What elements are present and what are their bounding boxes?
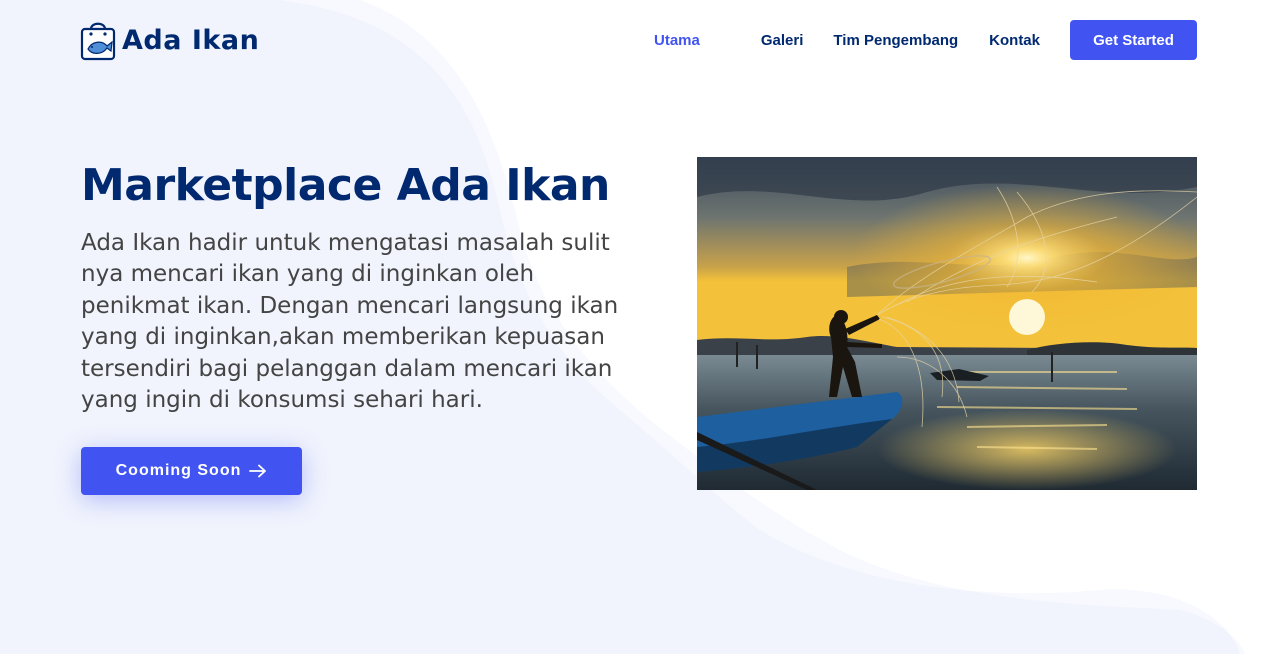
shopping-bag-fish-icon [80, 22, 116, 61]
get-started-button[interactable]: Get Started [1070, 20, 1197, 60]
hero-image-fisherman [697, 157, 1197, 490]
nav-item-kontak[interactable]: Kontak [989, 32, 1040, 49]
nav-item-galeri[interactable]: Galeri [761, 32, 804, 49]
arrow-right-icon [249, 464, 267, 478]
coming-soon-label: Cooming Soon [115, 462, 242, 479]
hero-description: Ada Ikan hadir untuk mengatasi masalah s… [81, 230, 619, 414]
hero-title: Marketplace Ada Ikan [81, 160, 610, 211]
nav-item-utama[interactable]: Utama [654, 32, 700, 49]
main-nav: Utama Galeri Tim Pengembang Kontak Get S… [646, 20, 1197, 60]
site-header: Ada Ikan Utama Galeri Tim Pengembang Kon… [0, 0, 1281, 80]
nav-item-tim-pengembang[interactable]: Tim Pengembang [833, 32, 958, 49]
brand-name: Ada Ikan [122, 24, 260, 56]
hero-section: Marketplace Ada Ikan Ada Ikan hadir untu… [81, 160, 641, 416]
brand-logo[interactable]: Ada Ikan [80, 19, 259, 61]
coming-soon-button[interactable]: Cooming Soon [81, 447, 302, 495]
